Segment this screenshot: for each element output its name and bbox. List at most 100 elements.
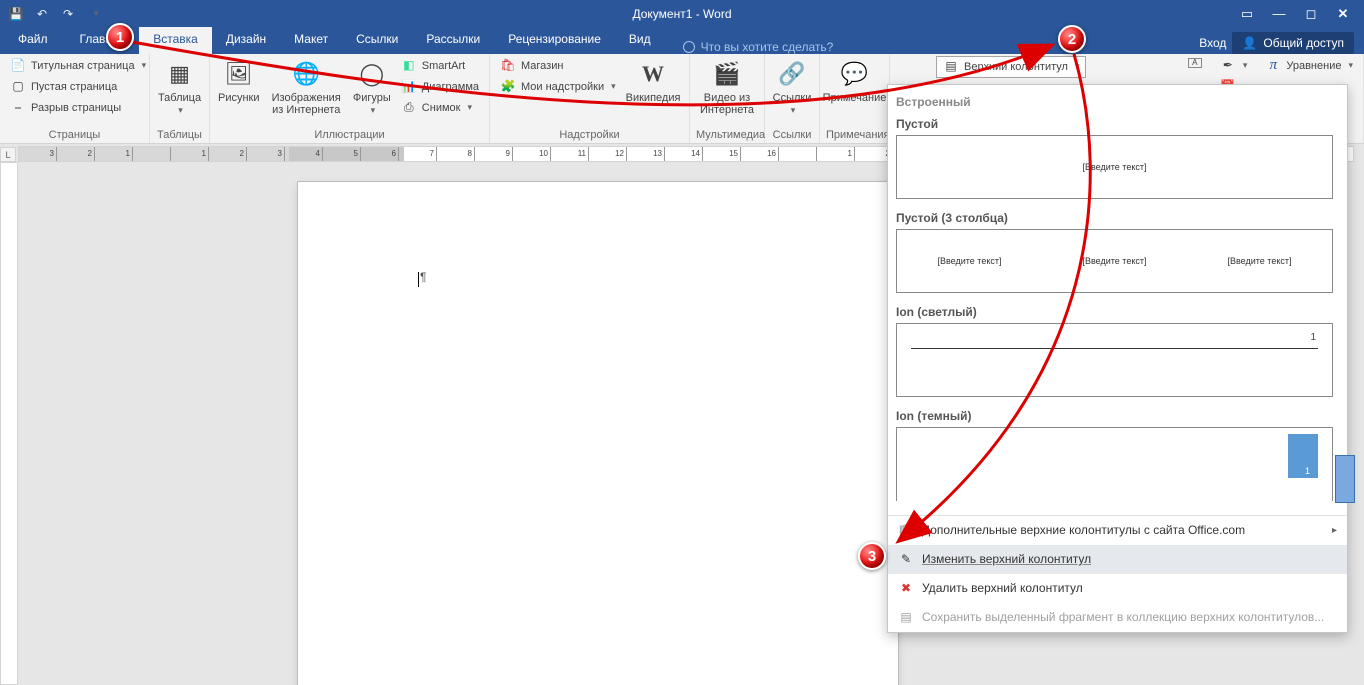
tell-me-search[interactable]: Что вы хотите сделать? (665, 40, 834, 54)
ruler-vertical[interactable] (0, 162, 18, 685)
gallery-item-title: Ion (светлый) (892, 299, 1337, 323)
store-icon: 🛍 (500, 58, 516, 74)
redo-icon[interactable]: ↷ (58, 7, 78, 21)
share-label: Общий доступ (1263, 36, 1344, 50)
group-pages-label: Страницы (6, 127, 143, 143)
annotation-balloon-3: 3 (858, 542, 886, 570)
screenshot-button[interactable]: ⎙Снимок▾ (397, 98, 483, 118)
chart-icon: 📊 (401, 79, 417, 95)
my-addins-button[interactable]: 🧩Мои надстройки▾ (496, 77, 620, 97)
gallery-item-ion-dark[interactable]: 1 (896, 427, 1333, 501)
tab-design[interactable]: Дизайн (212, 27, 280, 54)
gallery-item-title: Ion (темный) (892, 403, 1337, 427)
gallery-item-title: Пустой (892, 111, 1337, 135)
chevron-right-icon: ▸ (1332, 525, 1337, 536)
gallery-scrollbar-thumb[interactable] (1335, 455, 1355, 503)
group-comments-label: Примечания (826, 127, 883, 143)
text-cursor (418, 272, 419, 287)
video-icon: 🎬 (711, 58, 743, 90)
textbox-gallery-button[interactable]: A (1184, 56, 1206, 70)
gallery-item-ion-light[interactable]: 1 (896, 323, 1333, 397)
smartart-button[interactable]: ◧SmartArt (397, 56, 483, 76)
addins-icon: 🧩 (500, 79, 516, 95)
tab-insert[interactable]: Вставка (139, 27, 212, 54)
share-icon: 👤 (1242, 36, 1257, 50)
wikipedia-button[interactable]: WВикипедия (624, 56, 683, 106)
lightbulb-icon (683, 41, 695, 53)
online-pictures-button[interactable]: 🌐Изображения из Интернета (266, 56, 347, 118)
online-pictures-icon: 🌐 (290, 58, 322, 90)
shapes-button[interactable]: ◯Фигуры▾ (351, 56, 393, 118)
table-icon: ▦ (164, 58, 196, 90)
cover-page-button[interactable]: 📄Титульная страница▾ (6, 56, 150, 76)
undo-icon[interactable]: ↶ (32, 7, 52, 21)
close-icon[interactable]: ✕ (1328, 6, 1358, 22)
smartart-icon: ◧ (401, 58, 417, 74)
annotation-balloon-2: 2 (1058, 25, 1086, 53)
document-page[interactable] (298, 182, 898, 685)
minimize-icon[interactable]: — (1264, 6, 1294, 22)
gallery-item-blank-3col[interactable]: [Введите текст] [Введите текст] [Введите… (896, 229, 1333, 293)
edit-header-item[interactable]: ✎ Изменить верхний колонтитул (888, 545, 1347, 574)
gallery-item-title: Пустой (3 столбца) (892, 205, 1337, 229)
office-icon: 🏢 (898, 523, 914, 537)
tab-file[interactable]: Файл (0, 27, 66, 54)
ribbon-display-icon[interactable]: ▭ (1232, 6, 1262, 22)
store-button[interactable]: 🛍Магазин (496, 56, 620, 76)
remove-header-item[interactable]: ✖ Удалить верхний колонтитул (888, 574, 1347, 603)
equation-icon: π (1265, 58, 1281, 74)
tab-selector[interactable]: L (0, 147, 16, 162)
tab-layout[interactable]: Макет (280, 27, 342, 54)
page-break-button[interactable]: ⎯Разрыв страницы (6, 98, 150, 118)
group-media-label: Мультимедиа (696, 127, 758, 143)
share-button[interactable]: 👤 Общий доступ (1232, 32, 1354, 54)
save-gallery-icon: ▤ (898, 610, 914, 624)
header-icon: ▤ (943, 59, 959, 75)
links-button[interactable]: 🔗Ссылки▾ (771, 56, 814, 118)
document-title: Документ1 - Word (632, 7, 731, 21)
tell-me-placeholder: Что вы хотите сделать? (701, 40, 834, 54)
link-icon: 🔗 (776, 58, 808, 90)
gallery-category-label: Встроенный (892, 89, 1337, 111)
edit-icon: ✎ (898, 552, 914, 566)
tab-mailings[interactable]: Рассылки (412, 27, 494, 54)
textbox-icon: A (1188, 58, 1202, 68)
shapes-icon: ◯ (356, 58, 388, 90)
more-headers-online[interactable]: 🏢 Дополнительные верхние колонтитулы с с… (888, 516, 1347, 545)
blank-page-icon: ▢ (10, 79, 26, 95)
chart-button[interactable]: 📊Диаграмма (397, 77, 483, 97)
titlebar: 💾 ↶ ↷ ▾ Документ1 - Word ▭ — ◻ ✕ (0, 0, 1364, 27)
blank-page-button[interactable]: ▢Пустая страница (6, 77, 150, 97)
online-video-button[interactable]: 🎬Видео из Интернета (696, 56, 758, 118)
header-gallery-dropdown: Встроенный Пустой [Введите текст] Пустой… (887, 84, 1348, 633)
page-break-icon: ⎯ (10, 100, 26, 116)
comment-icon: 💬 (839, 58, 871, 90)
group-tables-label: Таблицы (156, 127, 203, 143)
group-addins-label: Надстройки (496, 127, 683, 143)
sign-in-link[interactable]: Вход (1199, 36, 1226, 50)
ribbon-tabs: Файл Главная Вставка Дизайн Макет Ссылки… (0, 27, 1364, 54)
save-selection-item: ▤ Сохранить выделенный фрагмент в коллек… (888, 603, 1347, 632)
table-button[interactable]: ▦ Таблица▾ (156, 56, 203, 118)
tab-review[interactable]: Рецензирование (494, 27, 615, 54)
remove-icon: ✖ (898, 581, 914, 595)
tab-view[interactable]: Вид (615, 27, 665, 54)
wikipedia-icon: W (637, 58, 669, 90)
cover-page-icon: 📄 (10, 58, 26, 74)
save-icon[interactable]: 💾 (6, 7, 26, 21)
tab-references[interactable]: Ссылки (342, 27, 412, 54)
signature-line-button[interactable]: ✒▾ (1216, 56, 1252, 76)
maximize-icon[interactable]: ◻ (1296, 6, 1326, 22)
screenshot-icon: ⎙ (401, 100, 417, 116)
gallery-item-blank[interactable]: [Введите текст] (896, 135, 1333, 199)
group-illustrations-label: Иллюстрации (216, 127, 483, 143)
annotation-balloon-1: 1 (106, 23, 134, 51)
group-links-label: Ссылки (771, 127, 813, 143)
pictures-icon: 🖼 (223, 58, 255, 90)
qat-customize-icon[interactable]: ▾ (86, 8, 106, 19)
signature-icon: ✒ (1220, 58, 1236, 74)
equation-button[interactable]: πУравнение▾ (1261, 56, 1357, 76)
comment-button[interactable]: 💬Примечание (821, 56, 889, 106)
header-button[interactable]: ▤Верхний колонтитул▾ (936, 56, 1086, 78)
pictures-button[interactable]: 🖼Рисунки (216, 56, 262, 106)
